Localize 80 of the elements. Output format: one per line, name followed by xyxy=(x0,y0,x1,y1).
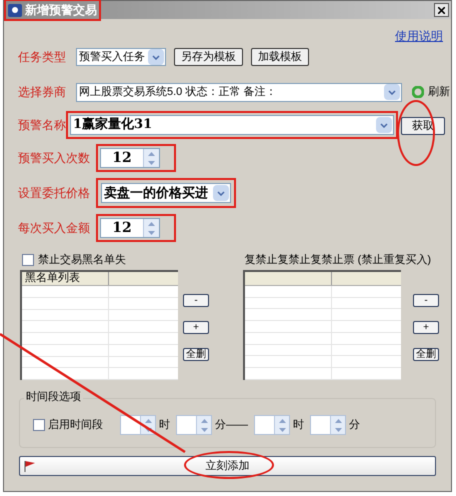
field-label: 任务类型 xyxy=(18,49,66,66)
down-arrow-icon xyxy=(144,428,152,432)
down-arrow-icon xyxy=(200,428,208,432)
number-spinner[interactable]: 12 xyxy=(100,218,160,238)
dropdown-button[interactable] xyxy=(384,84,400,100)
list-action-button[interactable]: 全删 xyxy=(413,348,439,361)
app-icon xyxy=(8,4,22,16)
spinner-value: 12 xyxy=(111,149,133,167)
broker-dropdown[interactable]: 网上股票交易系统5.0 状态：正常 备注： xyxy=(76,82,402,102)
list-action-button[interactable]: + xyxy=(413,321,439,334)
down-arrow-icon xyxy=(148,230,155,234)
dropdown-value: 网上股票交易系统5.0 状态：正常 备注： xyxy=(78,84,278,100)
spinner-value: 12 xyxy=(111,219,133,237)
spin-up-button[interactable] xyxy=(275,416,289,425)
spin-up-button[interactable] xyxy=(144,149,159,158)
template-button[interactable]: 另存为模板 xyxy=(174,48,243,66)
checkbox[interactable] xyxy=(22,254,34,266)
alert-name-dropdown[interactable]: 1赢家量化31 xyxy=(70,115,394,135)
up-arrow-icon xyxy=(334,418,342,422)
help-link[interactable]: 使用说明 xyxy=(395,27,443,45)
spin-down-button[interactable] xyxy=(197,425,211,434)
spin-down-button[interactable] xyxy=(144,158,159,167)
field-label: 设置委托价格 xyxy=(18,185,90,202)
list-action-button[interactable]: - xyxy=(183,294,209,307)
dropdown-value: 卖盘一的价格买进 xyxy=(103,184,209,202)
unit-label: 时 xyxy=(293,418,304,433)
refresh-button[interactable]: 刷新 xyxy=(412,84,450,100)
add-now-button[interactable]: 立刻添加 xyxy=(19,456,436,476)
template-button[interactable]: 加载模板 xyxy=(251,48,309,66)
spin-down-button[interactable] xyxy=(275,425,289,434)
field-label: 预警名称 xyxy=(18,117,66,134)
up-arrow-icon xyxy=(148,222,155,226)
column-header: 黑名单列表 xyxy=(22,272,109,285)
list-action-button[interactable]: - xyxy=(413,294,439,307)
checkbox[interactable] xyxy=(33,419,45,431)
down-arrow-icon xyxy=(334,428,342,432)
down-arrow-icon xyxy=(148,160,155,164)
field-label: 预警买入次数 xyxy=(18,150,90,167)
chevron-down-icon xyxy=(152,54,160,60)
spin-up-button[interactable] xyxy=(197,416,211,425)
dropdown-button[interactable] xyxy=(376,117,392,133)
time-spinner[interactable] xyxy=(310,415,346,435)
up-arrow-icon xyxy=(148,152,155,156)
spin-down-button[interactable] xyxy=(331,425,345,434)
list-action-button[interactable]: 全删 xyxy=(183,348,209,361)
order-price-dropdown[interactable]: 卖盘一的价格买进 xyxy=(101,183,231,203)
refresh-icon xyxy=(412,86,424,98)
dropdown-value: 预警买入任务 xyxy=(78,50,146,65)
down-arrow-icon xyxy=(278,428,286,432)
list-label: 复禁止复禁止复禁止票 (禁止重复买入) xyxy=(244,252,431,268)
dropdown-button[interactable] xyxy=(148,49,164,65)
checkbox-label: 禁止交易黑名单失 xyxy=(38,252,126,268)
dropdown-button[interactable] xyxy=(213,185,229,201)
field-label: 每次买入金额 xyxy=(18,220,90,237)
chevron-down-icon xyxy=(388,90,396,94)
list-action-button[interactable]: + xyxy=(183,321,209,334)
spin-up-button[interactable] xyxy=(141,416,155,425)
fetch-button[interactable]: 获取 xyxy=(401,117,445,135)
spin-up-button[interactable] xyxy=(144,219,159,228)
task-type-dropdown[interactable]: 预警买入任务 xyxy=(76,48,166,66)
number-spinner[interactable]: 12 xyxy=(100,148,160,168)
spin-up-button[interactable] xyxy=(331,416,345,425)
window-title: 新增预警交易 xyxy=(25,2,97,19)
unit-label: 时 xyxy=(159,418,170,433)
up-arrow-icon xyxy=(200,418,208,422)
time-spinner[interactable] xyxy=(176,415,212,435)
time-spinner[interactable] xyxy=(254,415,290,435)
chevron-down-icon xyxy=(380,122,388,128)
up-arrow-icon xyxy=(144,418,152,422)
spin-down-button[interactable] xyxy=(144,228,159,237)
dropdown-value: 1赢家量化31 xyxy=(72,116,154,134)
close-button[interactable] xyxy=(434,3,449,17)
field-label: 选择券商 xyxy=(18,84,66,101)
unit-label: 分—— xyxy=(215,418,248,433)
up-arrow-icon xyxy=(278,418,286,422)
chevron-down-icon xyxy=(217,190,225,196)
close-icon xyxy=(438,6,445,14)
unit-label: 分 xyxy=(349,418,360,433)
checkbox-label: 启用时间段 xyxy=(48,418,103,433)
flag-icon xyxy=(24,460,36,472)
